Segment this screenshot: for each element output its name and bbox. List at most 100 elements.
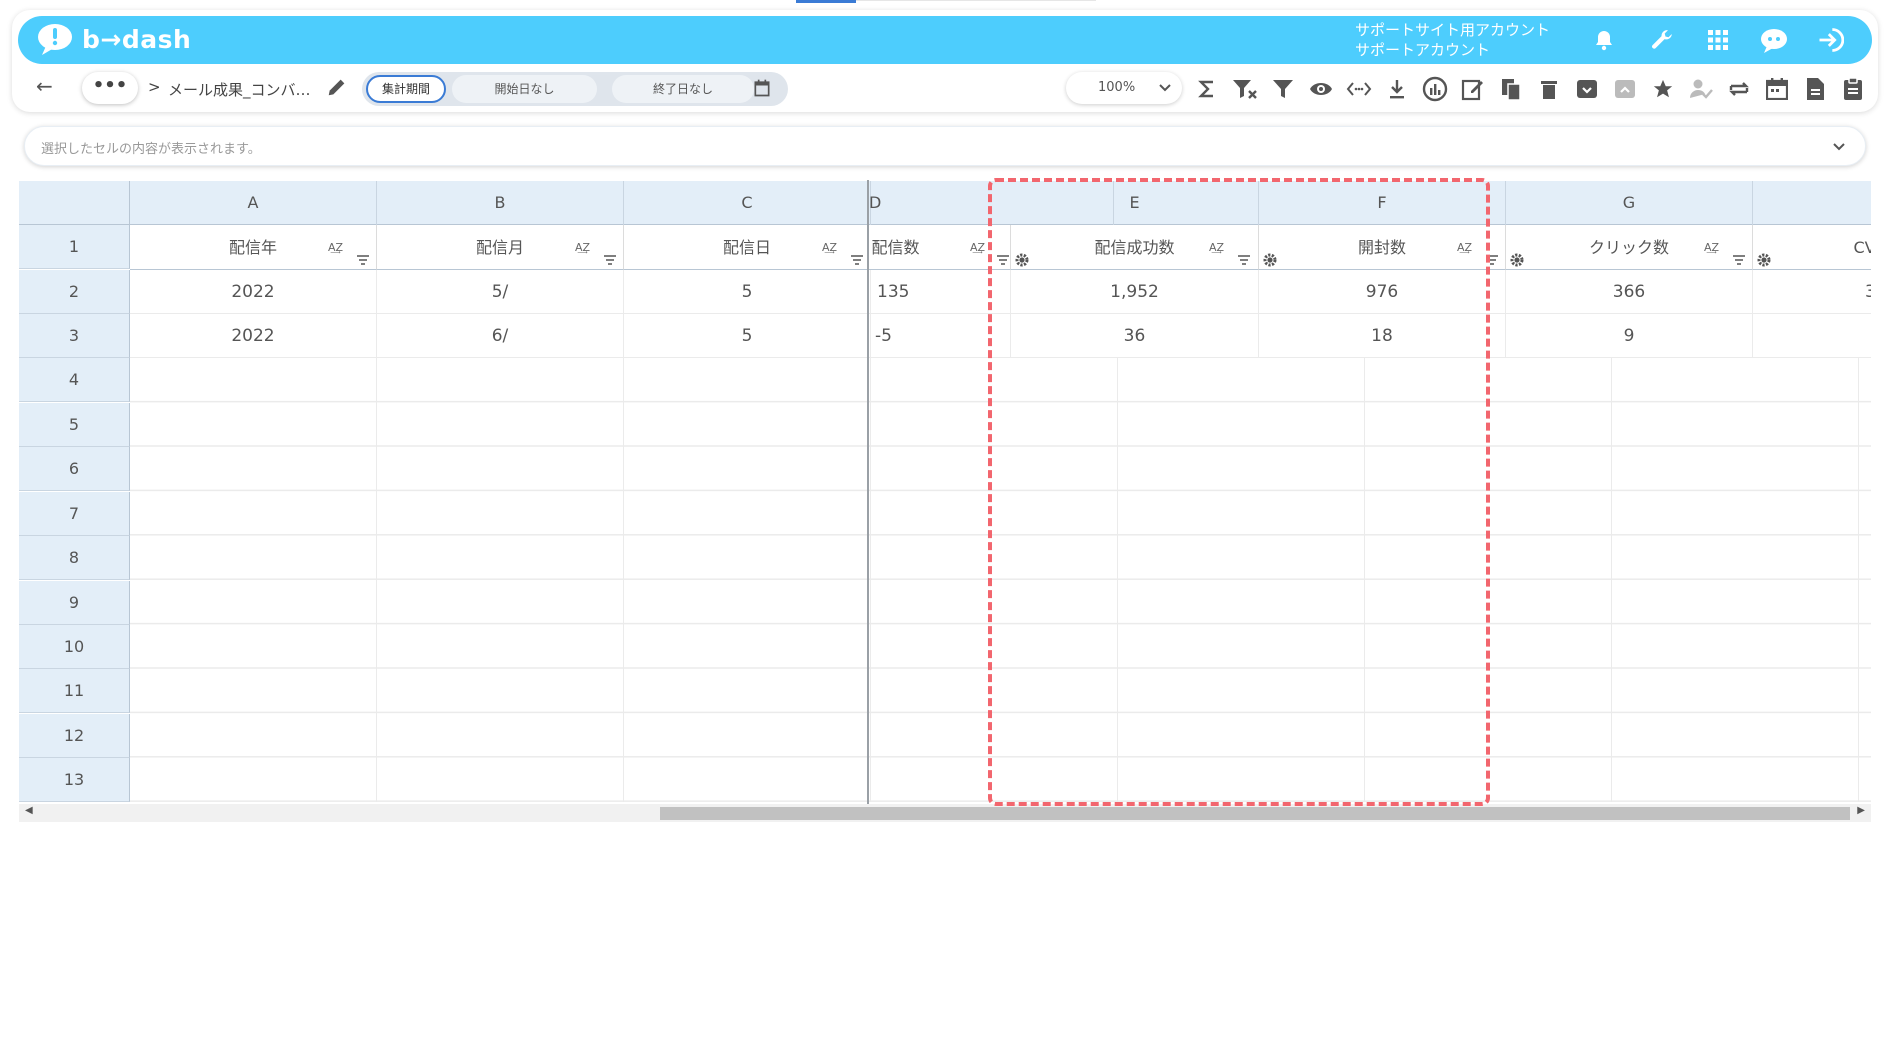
sort-az-icon[interactable]: A͢Z (1209, 225, 1224, 269)
row-number[interactable]: 5 (19, 403, 130, 447)
row-number[interactable]: 10 (19, 625, 130, 669)
corner-cell[interactable] (19, 181, 130, 225)
horizontal-scrollbar[interactable]: ◀ ▶ (19, 804, 1871, 822)
table-cell[interactable]: 5 (624, 270, 871, 314)
chevron-down-icon[interactable] (1831, 137, 1847, 159)
row-number[interactable]: 9 (19, 581, 130, 625)
copy-icon[interactable] (1492, 72, 1530, 106)
row-number[interactable]: 13 (19, 758, 130, 802)
clipboard-icon[interactable] (1834, 72, 1872, 106)
wrench-icon[interactable] (1646, 24, 1678, 56)
row-number[interactable]: 4 (19, 358, 130, 402)
eye-icon[interactable] (1302, 72, 1340, 106)
filter-icon[interactable] (850, 239, 864, 269)
row-number[interactable]: 8 (19, 536, 130, 580)
user-check-icon[interactable] (1682, 72, 1720, 106)
header-cell[interactable]: クリック数 A͢Z (1506, 225, 1753, 270)
filter-icon[interactable] (356, 239, 370, 269)
code-icon[interactable] (1340, 72, 1378, 106)
header-cell[interactable]: 配信数 A͢Z (869, 225, 1011, 270)
cell-content-bar[interactable]: 選択したセルの内容が表示されます。 (24, 126, 1866, 166)
sync-icon[interactable] (1720, 72, 1758, 106)
calendar-icon[interactable] (752, 78, 772, 102)
sort-az-icon[interactable]: A͢Z (1704, 225, 1719, 269)
column-letter-c[interactable]: C (624, 181, 871, 225)
clear-filter-icon[interactable] (1226, 72, 1264, 106)
column-letter-a[interactable]: A (130, 181, 377, 225)
edit-note-icon[interactable] (1454, 72, 1492, 106)
scroll-left-arrow-icon[interactable]: ◀ (25, 805, 33, 816)
freeze-pane-divider[interactable] (867, 180, 869, 804)
sort-az-icon[interactable]: A͢Z (1457, 225, 1472, 269)
row-number[interactable]: 2 (19, 270, 130, 314)
row-number[interactable]: 3 (19, 314, 130, 358)
row-number[interactable]: 1 (19, 225, 130, 269)
table-cell[interactable]: 2022 (130, 314, 377, 358)
row-number[interactable]: 11 (19, 669, 130, 713)
filter-icon[interactable] (603, 239, 617, 269)
row-number[interactable]: 12 (19, 714, 130, 758)
unarchive-icon[interactable] (1606, 72, 1644, 106)
empty-grid-area[interactable] (130, 358, 1871, 802)
schedule-icon[interactable] (1758, 72, 1796, 106)
header-cell[interactable]: 配信成功数 A͢Z (1011, 225, 1259, 270)
logo[interactable]: b→dash (36, 22, 191, 56)
row-number[interactable]: 6 (19, 447, 130, 491)
table-cell[interactable]: 5 (624, 314, 871, 358)
table-cell[interactable]: 1,952 (1011, 270, 1259, 314)
header-cell[interactable]: 配信月 A͢Z (377, 225, 624, 270)
sort-az-icon[interactable]: A͢Z (328, 225, 343, 269)
star-icon[interactable] (1644, 72, 1682, 106)
table-cell[interactable]: -5 (869, 314, 1011, 358)
column-letter-h[interactable]: H (1753, 181, 1871, 225)
analytics-icon[interactable] (1416, 72, 1454, 106)
table-cell[interactable]: 18 (1259, 314, 1506, 358)
apps-grid-icon[interactable] (1702, 24, 1734, 56)
archive-icon[interactable] (1568, 72, 1606, 106)
filter-icon[interactable] (1264, 72, 1302, 106)
filter-icon[interactable] (1485, 239, 1499, 269)
zoom-select[interactable]: 100% (1066, 72, 1182, 104)
filter-icon[interactable] (1237, 239, 1251, 269)
filter-icon[interactable] (1732, 239, 1746, 269)
trash-icon[interactable] (1530, 72, 1568, 106)
column-letter-e[interactable]: E (1011, 181, 1259, 225)
chatbot-icon[interactable] (1758, 24, 1790, 56)
sort-az-icon[interactable]: A͢Z (575, 225, 590, 269)
bell-icon[interactable] (1588, 24, 1620, 56)
table-cell[interactable]: 976 (1259, 270, 1506, 314)
end-date-input[interactable]: 終了日なし (612, 75, 754, 103)
table-cell[interactable]: 0 (1753, 314, 1871, 358)
filter-icon[interactable] (996, 239, 1010, 269)
start-date-input[interactable]: 開始日なし (452, 75, 597, 103)
table-cell[interactable]: 5/ (377, 270, 624, 314)
row-number[interactable]: 7 (19, 492, 130, 536)
table-cell[interactable]: 366 (1506, 270, 1753, 314)
table-cell[interactable]: 9 (1506, 314, 1753, 358)
table-cell[interactable]: 36 (1011, 314, 1259, 358)
download-icon[interactable] (1378, 72, 1416, 106)
header-cell[interactable]: CV数_ (1753, 225, 1871, 270)
column-letter-g[interactable]: G (1506, 181, 1753, 225)
document-icon[interactable] (1796, 72, 1834, 106)
table-cell[interactable]: 135 (869, 270, 1011, 314)
table-cell[interactable]: 6/ (377, 314, 624, 358)
scroll-right-arrow-icon[interactable]: ▶ (1857, 805, 1865, 816)
sort-az-icon[interactable]: A͢Z (822, 225, 837, 269)
header-cell[interactable]: 配信年 A͢Z (130, 225, 377, 270)
table-cell[interactable]: 2022 (130, 270, 377, 314)
account-info[interactable]: サポートサイト用アカウント サポートアカウント (1355, 20, 1550, 60)
more-button[interactable]: ••• (82, 72, 138, 104)
sum-icon[interactable] (1188, 72, 1226, 106)
header-cell[interactable]: 開封数 A͢Z (1259, 225, 1506, 270)
table-cell[interactable]: 366 (1753, 270, 1871, 314)
pencil-icon[interactable] (326, 76, 348, 102)
header-cell[interactable]: 配信日 A͢Z (624, 225, 871, 270)
column-letter-f[interactable]: F (1259, 181, 1506, 225)
scrollbar-thumb[interactable] (660, 807, 1850, 820)
back-button[interactable]: ← (36, 74, 53, 98)
sort-az-icon[interactable]: A͢Z (970, 225, 985, 269)
logout-icon[interactable] (1814, 24, 1846, 56)
period-label-button[interactable]: 集計期間 (366, 75, 446, 103)
breadcrumb[interactable]: メール成果_コンバ… (168, 79, 311, 100)
